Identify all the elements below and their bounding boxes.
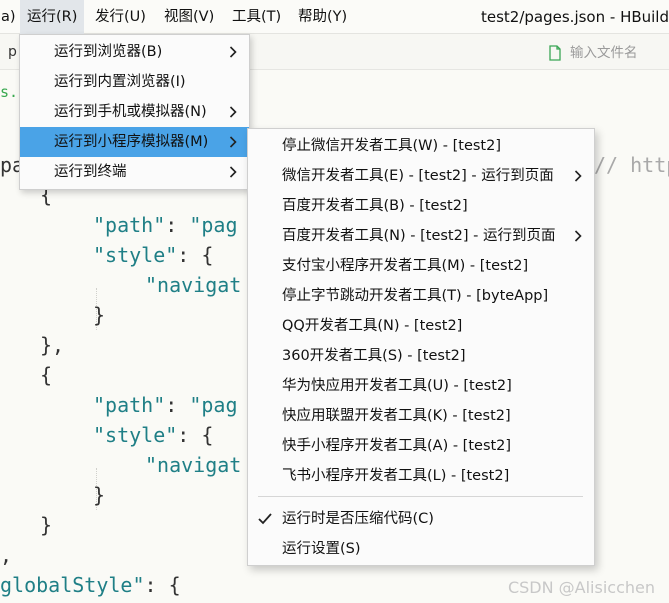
submenu-item-stop-bytedance[interactable]: 停止字节跳动开发者工具(T) - [byteApp] bbox=[248, 281, 594, 311]
tab-file[interactable]: p bbox=[8, 34, 17, 70]
run-menu-item-label: 运行到内置浏览器(I) bbox=[54, 74, 186, 90]
run-menu-item-browser[interactable]: 运行到浏览器(B) bbox=[20, 37, 249, 67]
submenu-item-label: 华为快应用开发者工具(U) - [test2] bbox=[282, 378, 512, 394]
submenu-item-stop-wechat[interactable]: 停止微信开发者工具(W) - [test2] bbox=[248, 131, 594, 161]
submenu-item-label: 停止微信开发者工具(W) - [test2] bbox=[282, 138, 501, 154]
menu-bar: a) 运行(R) 发行(U) 视图(V) 工具(T) 帮助(Y) test2/p… bbox=[0, 0, 669, 34]
submenu-item-label: 运行设置(S) bbox=[282, 541, 361, 557]
miniprogram-submenu: 停止微信开发者工具(W) - [test2] 微信开发者工具(E) - [tes… bbox=[247, 128, 595, 566]
code-line: "navigat bbox=[145, 453, 242, 477]
file-search-box[interactable] bbox=[540, 40, 669, 66]
submenu-item-label: 停止字节跳动开发者工具(T) - [byteApp] bbox=[282, 288, 549, 304]
submenu-item-kuaishou[interactable]: 快手小程序开发者工具(A) - [test2] bbox=[248, 431, 594, 461]
code-line: "style": { bbox=[93, 423, 214, 447]
menu-run[interactable]: 运行(R) bbox=[20, 0, 85, 34]
code-line: "path": "pag bbox=[93, 213, 238, 237]
submenu-item-label: 百度开发者工具(B) - [test2] bbox=[282, 198, 468, 214]
run-menu: 运行到浏览器(B) 运行到内置浏览器(I) 运行到手机或模拟器(N) 运行到小程… bbox=[19, 34, 250, 190]
run-menu-item-terminal[interactable]: 运行到终端 bbox=[20, 157, 249, 187]
submenu-option-compress-code[interactable]: 运行时是否压缩代码(C) bbox=[248, 504, 594, 534]
submenu-item-label: 飞书小程序开发者工具(L) - [test2] bbox=[282, 468, 510, 484]
code-line: } bbox=[40, 513, 53, 537]
chevron-right-icon bbox=[229, 166, 237, 178]
run-menu-item-phone-emulator[interactable]: 运行到手机或模拟器(N) bbox=[20, 97, 249, 127]
menu-separator bbox=[258, 496, 583, 497]
submenu-item-wechat-page[interactable]: 微信开发者工具(E) - [test2] - 运行到页面 bbox=[248, 161, 594, 191]
window-title: test2/pages.json - HBuild bbox=[481, 8, 669, 26]
chevron-right-icon bbox=[229, 136, 237, 148]
run-menu-item-label: 运行到手机或模拟器(N) bbox=[54, 104, 207, 120]
menu-view[interactable]: 视图(V) bbox=[157, 0, 221, 34]
submenu-item-alipay[interactable]: 支付宝小程序开发者工具(M) - [test2] bbox=[248, 251, 594, 281]
submenu-option-run-settings[interactable]: 运行设置(S) bbox=[248, 534, 594, 564]
code-line: } bbox=[93, 303, 106, 327]
submenu-item-feishu[interactable]: 飞书小程序开发者工具(L) - [test2] bbox=[248, 461, 594, 491]
run-menu-item-label: 运行到浏览器(B) bbox=[54, 44, 163, 60]
code-line: "navigat bbox=[145, 273, 242, 297]
chevron-right-icon bbox=[229, 106, 237, 118]
submenu-item-label: 支付宝小程序开发者工具(M) - [test2] bbox=[282, 258, 529, 274]
submenu-item-label: 运行时是否压缩代码(C) bbox=[282, 511, 434, 527]
code-line: }, bbox=[40, 333, 65, 357]
checkmark-icon bbox=[258, 513, 272, 525]
run-menu-item-label: 运行到终端 bbox=[54, 164, 127, 180]
chevron-right-icon bbox=[574, 230, 582, 242]
run-menu-item-label: 运行到小程序模拟器(M) bbox=[54, 134, 209, 150]
submenu-item-label: 快手小程序开发者工具(A) - [test2] bbox=[282, 438, 512, 454]
submenu-item-label: 微信开发者工具(E) - [test2] - 运行到页面 bbox=[282, 168, 554, 184]
run-menu-item-builtin-browser[interactable]: 运行到内置浏览器(I) bbox=[20, 67, 249, 97]
watermark: CSDN @Alisicchen bbox=[507, 578, 655, 597]
file-search-icon bbox=[549, 45, 561, 61]
menu-publish[interactable]: 发行(U) bbox=[88, 0, 153, 34]
file-search-input[interactable] bbox=[570, 40, 665, 66]
chevron-right-icon bbox=[229, 46, 237, 58]
submenu-item-baidu[interactable]: 百度开发者工具(B) - [test2] bbox=[248, 191, 594, 221]
menu-help[interactable]: 帮助(Y) bbox=[291, 0, 354, 34]
submenu-item-360[interactable]: 360开发者工具(S) - [test2] bbox=[248, 341, 594, 371]
code-comment: // https bbox=[594, 153, 669, 177]
code-line: { bbox=[40, 363, 53, 387]
submenu-item-label: 快应用联盟开发者工具(K) - [test2] bbox=[282, 408, 511, 424]
submenu-item-label: 360开发者工具(S) - [test2] bbox=[282, 348, 466, 364]
code-line: globalStyle": { bbox=[0, 573, 181, 597]
code-line: } bbox=[93, 483, 106, 507]
code-line: "style": { bbox=[93, 243, 214, 267]
submenu-item-quickapp-alliance[interactable]: 快应用联盟开发者工具(K) - [test2] bbox=[248, 401, 594, 431]
submenu-item-label: QQ开发者工具(N) - [test2] bbox=[282, 318, 463, 334]
chevron-right-icon bbox=[574, 170, 582, 182]
submenu-item-label: 百度开发者工具(N) - [test2] - 运行到页面 bbox=[282, 228, 556, 244]
menu-tools[interactable]: 工具(T) bbox=[225, 0, 288, 34]
code-line: , bbox=[0, 543, 13, 567]
submenu-item-qq[interactable]: QQ开发者工具(N) - [test2] bbox=[248, 311, 594, 341]
submenu-item-baidu-page[interactable]: 百度开发者工具(N) - [test2] - 运行到页面 bbox=[248, 221, 594, 251]
code-line: "path": "pag bbox=[93, 393, 238, 417]
submenu-item-huawei[interactable]: 华为快应用开发者工具(U) - [test2] bbox=[248, 371, 594, 401]
run-menu-item-miniprogram[interactable]: 运行到小程序模拟器(M) bbox=[20, 127, 249, 157]
